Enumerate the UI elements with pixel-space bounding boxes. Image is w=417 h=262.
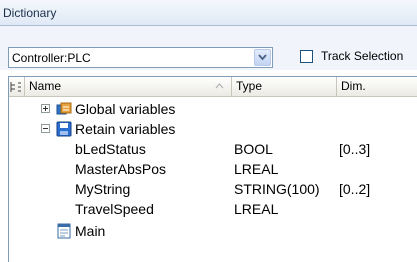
- save-disk-icon: [56, 121, 72, 137]
- variables-grid: Name Type Dim. Global variables Retain v…: [8, 76, 417, 262]
- variable-name: MasterAbsPos: [75, 161, 167, 177]
- variable-name: bLedStatus: [75, 141, 146, 157]
- row-name: Retain variables: [75, 121, 176, 137]
- variable-name: MyString: [75, 181, 131, 197]
- tree-row-global-variables[interactable]: Global variables: [9, 100, 417, 120]
- chevron-down-icon: [258, 54, 267, 61]
- tree-row-retain-variables[interactable]: Retain variables: [9, 120, 417, 140]
- column-name-label: Name: [29, 79, 62, 93]
- variable-row-bledstatus[interactable]: bLedStatus BOOL [0..3]: [9, 140, 417, 160]
- track-selection-checkbox[interactable]: [300, 50, 313, 63]
- global-variables-icon: [56, 102, 72, 115]
- column-header-sort-tree[interactable]: [9, 77, 25, 96]
- column-type-label: Type: [236, 79, 263, 93]
- variable-type: BOOL: [234, 141, 273, 157]
- panel-title: Dictionary: [3, 6, 57, 20]
- column-dim-label: Dim.: [341, 79, 366, 93]
- variable-row-masterabspos[interactable]: MasterAbsPos LREAL: [9, 160, 417, 180]
- variable-row-travelspeed[interactable]: TravelSpeed LREAL: [9, 200, 417, 220]
- variable-dim: [0..2]: [339, 181, 371, 197]
- column-header-name[interactable]: Name: [25, 77, 232, 96]
- variable-type: LREAL: [234, 161, 279, 177]
- column-header-dim[interactable]: Dim.: [337, 77, 417, 96]
- controller-select-value: Controller:PLC: [12, 51, 91, 65]
- program-icon: [57, 223, 71, 239]
- dictionary-title-bar: Dictionary: [0, 0, 417, 26]
- grid-header: Name Type Dim.: [9, 77, 417, 97]
- controller-dropdown-button[interactable]: [254, 49, 271, 66]
- controller-select[interactable]: Controller:PLC: [8, 47, 273, 68]
- variable-type: LREAL: [234, 201, 279, 217]
- variable-name: TravelSpeed: [75, 201, 154, 217]
- variable-dim: [0..3]: [339, 141, 371, 157]
- track-selection-label: Track Selection: [321, 49, 404, 63]
- row-name: Global variables: [75, 101, 176, 117]
- sort-ascending-icon: [215, 83, 224, 89]
- tree-sort-icon: [10, 82, 21, 92]
- column-header-type[interactable]: Type: [232, 77, 337, 96]
- tree-row-main[interactable]: Main: [9, 222, 417, 242]
- collapse-toggle[interactable]: [41, 124, 50, 133]
- expand-toggle[interactable]: [41, 104, 50, 113]
- variable-type: STRING(100): [234, 181, 320, 197]
- variable-row-mystring[interactable]: MyString STRING(100) [0..2]: [9, 180, 417, 200]
- row-name: Main: [75, 223, 106, 239]
